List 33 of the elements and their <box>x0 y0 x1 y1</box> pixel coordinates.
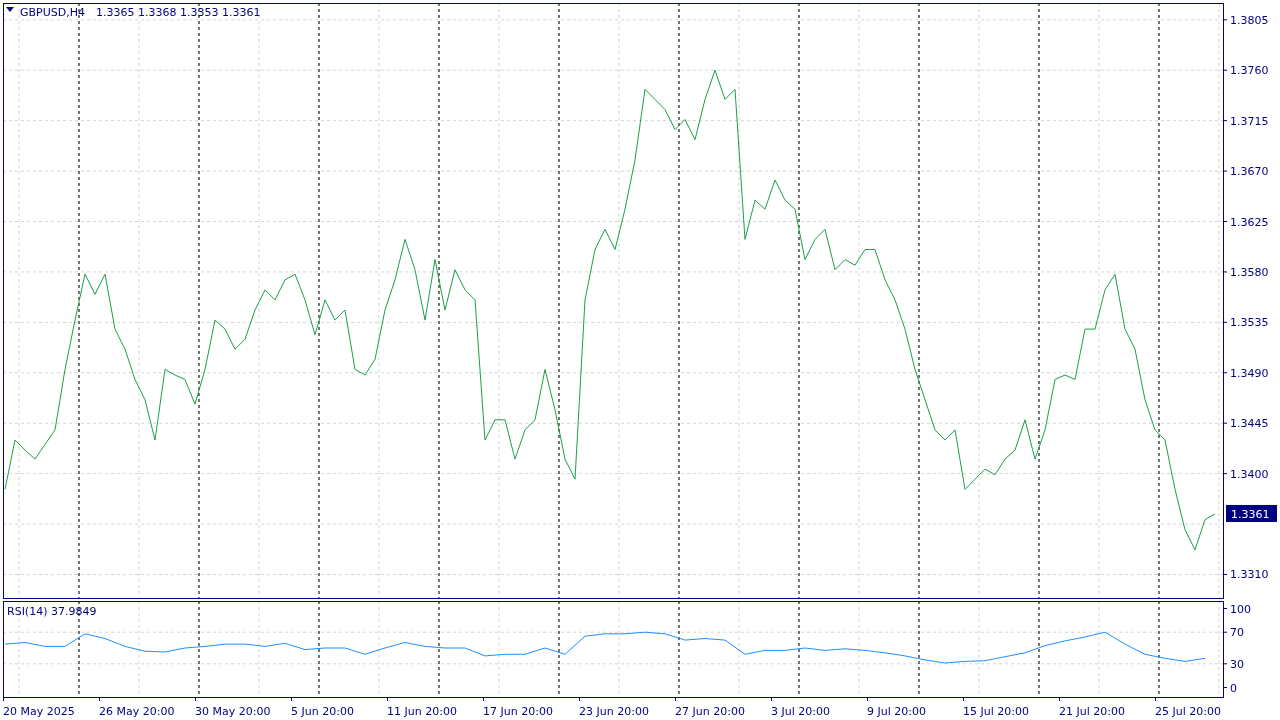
price-axis-label: 1.3490 <box>1230 366 1269 380</box>
current-price-tag: 1.3361 <box>1226 504 1277 522</box>
price-axis-label: 1.3805 <box>1230 13 1269 27</box>
date-axis-label: 3 Jul 20:00 <box>771 705 830 718</box>
price-axis-label: 1.3670 <box>1230 165 1269 179</box>
rsi-axis-label: 30 <box>1230 657 1244 671</box>
price-axis-label: 1.3400 <box>1230 467 1269 481</box>
ohlc-values: 1.3365 1.3368 1.3353 1.3361 <box>96 6 261 19</box>
date-axis-label: 25 Jul 20:00 <box>1155 705 1221 718</box>
rsi-axis-label: 70 <box>1230 626 1244 640</box>
rsi-axis-label: 100 <box>1230 602 1251 616</box>
date-axis-label: 11 Jun 20:00 <box>387 705 457 718</box>
date-axis-label: 21 Jul 20:00 <box>1059 705 1125 718</box>
date-axis-label: 27 Jun 20:00 <box>675 705 745 718</box>
date-axis-label: 9 Jul 20:00 <box>867 705 926 718</box>
price-axis-label: 1.3760 <box>1230 64 1269 78</box>
price-axis-label: 1.3310 <box>1230 568 1269 582</box>
date-axis-label: 20 May 2025 <box>3 705 75 718</box>
date-axis-label: 17 Jun 20:00 <box>483 705 553 718</box>
price-axis-label: 1.3625 <box>1230 215 1269 229</box>
price-axis-label: 1.3535 <box>1230 316 1269 330</box>
date-axis-label: 30 May 20:00 <box>195 705 271 718</box>
date-axis-label: 15 Jul 20:00 <box>963 705 1029 718</box>
symbol-label: GBPUSD,H4 <box>20 6 85 19</box>
date-axis-label: 23 Jun 20:00 <box>579 705 649 718</box>
date-axis-label: 5 Jun 20:00 <box>291 705 354 718</box>
rsi-label: RSI(14) 37.9849 <box>7 605 97 618</box>
price-axis-label: 1.3715 <box>1230 114 1269 128</box>
date-axis-label: 26 May 20:00 <box>99 705 175 718</box>
triangle-icon[interactable] <box>6 7 14 12</box>
rsi-axis-label: 0 <box>1230 681 1237 695</box>
price-axis-label: 1.3580 <box>1230 265 1269 279</box>
price-axis-label: 1.3445 <box>1230 417 1269 431</box>
